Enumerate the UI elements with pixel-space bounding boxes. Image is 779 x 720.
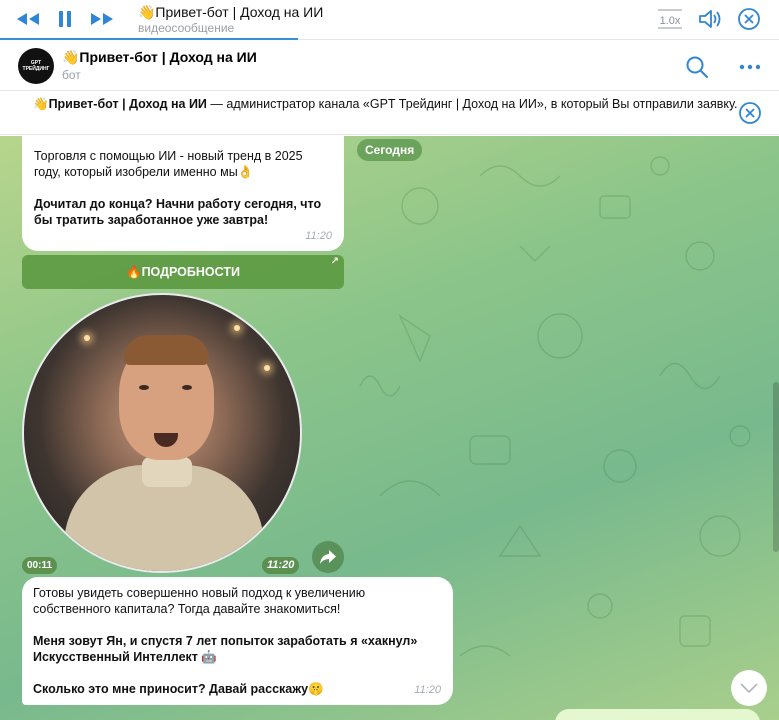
details-button-label: 🔥ПОДРОБНОСТИ	[126, 265, 240, 279]
banner-close-icon[interactable]	[737, 100, 763, 126]
message-time: 11:20	[414, 684, 441, 696]
close-icon[interactable]	[735, 8, 763, 30]
background-lamp	[264, 365, 270, 371]
player-subtitle: видеосообщение	[138, 21, 235, 35]
person-collar	[142, 457, 192, 487]
chat-area[interactable]: Сегодня Торговля с помощью ИИ - новый тр…	[0, 136, 779, 720]
video-message[interactable]	[22, 293, 302, 573]
banner-text: 👋Привет-бот | Доход на ИИ — администрато…	[33, 96, 753, 112]
message-text-bold: Сколько это мне приносит? Давай расскажу…	[33, 682, 324, 696]
scroll-down-button[interactable]	[731, 670, 767, 706]
person-hair	[124, 335, 209, 365]
player-progress-bar[interactable]	[0, 38, 298, 40]
banner-body: — администратор канала «GPT Трейдинг | Д…	[206, 97, 738, 111]
fast-forward-icon[interactable]	[88, 8, 116, 30]
message-bubble-2[interactable]: Готовы увидеть совершенно новый подход к…	[22, 577, 453, 705]
background-lamp	[84, 335, 90, 341]
info-banner: 👋Привет-бот | Доход на ИИ — администрато…	[0, 92, 779, 135]
scrollbar[interactable]	[773, 382, 779, 552]
avatar[interactable]: GPT ТРЕЙДИНГ	[18, 48, 54, 84]
chat-header: GPT ТРЕЙДИНГ 👋Привет-бот | Доход на ИИ б…	[0, 41, 779, 91]
player-title[interactable]: 👋Привет-бот | Доход на ИИ	[138, 4, 323, 21]
date-divider: Сегодня	[357, 139, 423, 161]
message-text-bold: Меня зовут Ян, и спустя 7 лет попыток за…	[33, 634, 418, 664]
message-text: Готовы увидеть совершенно новый подход к…	[33, 586, 366, 616]
person-eye	[182, 385, 192, 390]
pause-icon[interactable]	[51, 8, 79, 30]
rewind-icon[interactable]	[14, 8, 42, 30]
external-link-icon: ↗	[330, 256, 339, 267]
video-time: 11:20	[262, 557, 300, 574]
chevron-down-icon	[740, 683, 758, 694]
playback-speed-button[interactable]: 1.0x	[658, 9, 682, 29]
outgoing-message-bubble[interactable]	[555, 709, 760, 720]
audio-player-bar: 👋Привет-бот | Доход на ИИ видеосообщение…	[0, 0, 779, 40]
chat-name[interactable]: 👋Привет-бот | Доход на ИИ	[62, 49, 257, 66]
more-icon[interactable]	[737, 54, 763, 80]
chat-status: бот	[62, 68, 81, 82]
banner-bot-name: 👋Привет-бот | Доход на ИИ	[33, 97, 207, 111]
volume-icon[interactable]	[696, 8, 724, 30]
background-lamp	[234, 325, 240, 331]
person-eye	[139, 385, 149, 390]
message-text: Торговля с помощью ИИ - новый тренд в 20…	[34, 149, 303, 179]
message-bubble-1[interactable]: Торговля с помощью ИИ - новый тренд в 20…	[22, 136, 344, 251]
share-icon[interactable]	[312, 541, 344, 573]
video-duration: 00:11	[22, 557, 58, 574]
message-time: 11:20	[305, 230, 332, 242]
details-button[interactable]: 🔥ПОДРОБНОСТИ ↗	[22, 255, 344, 289]
message-text-bold: Дочитал до конца? Начни работу сегодня, …	[34, 197, 322, 227]
search-icon[interactable]	[684, 54, 710, 80]
